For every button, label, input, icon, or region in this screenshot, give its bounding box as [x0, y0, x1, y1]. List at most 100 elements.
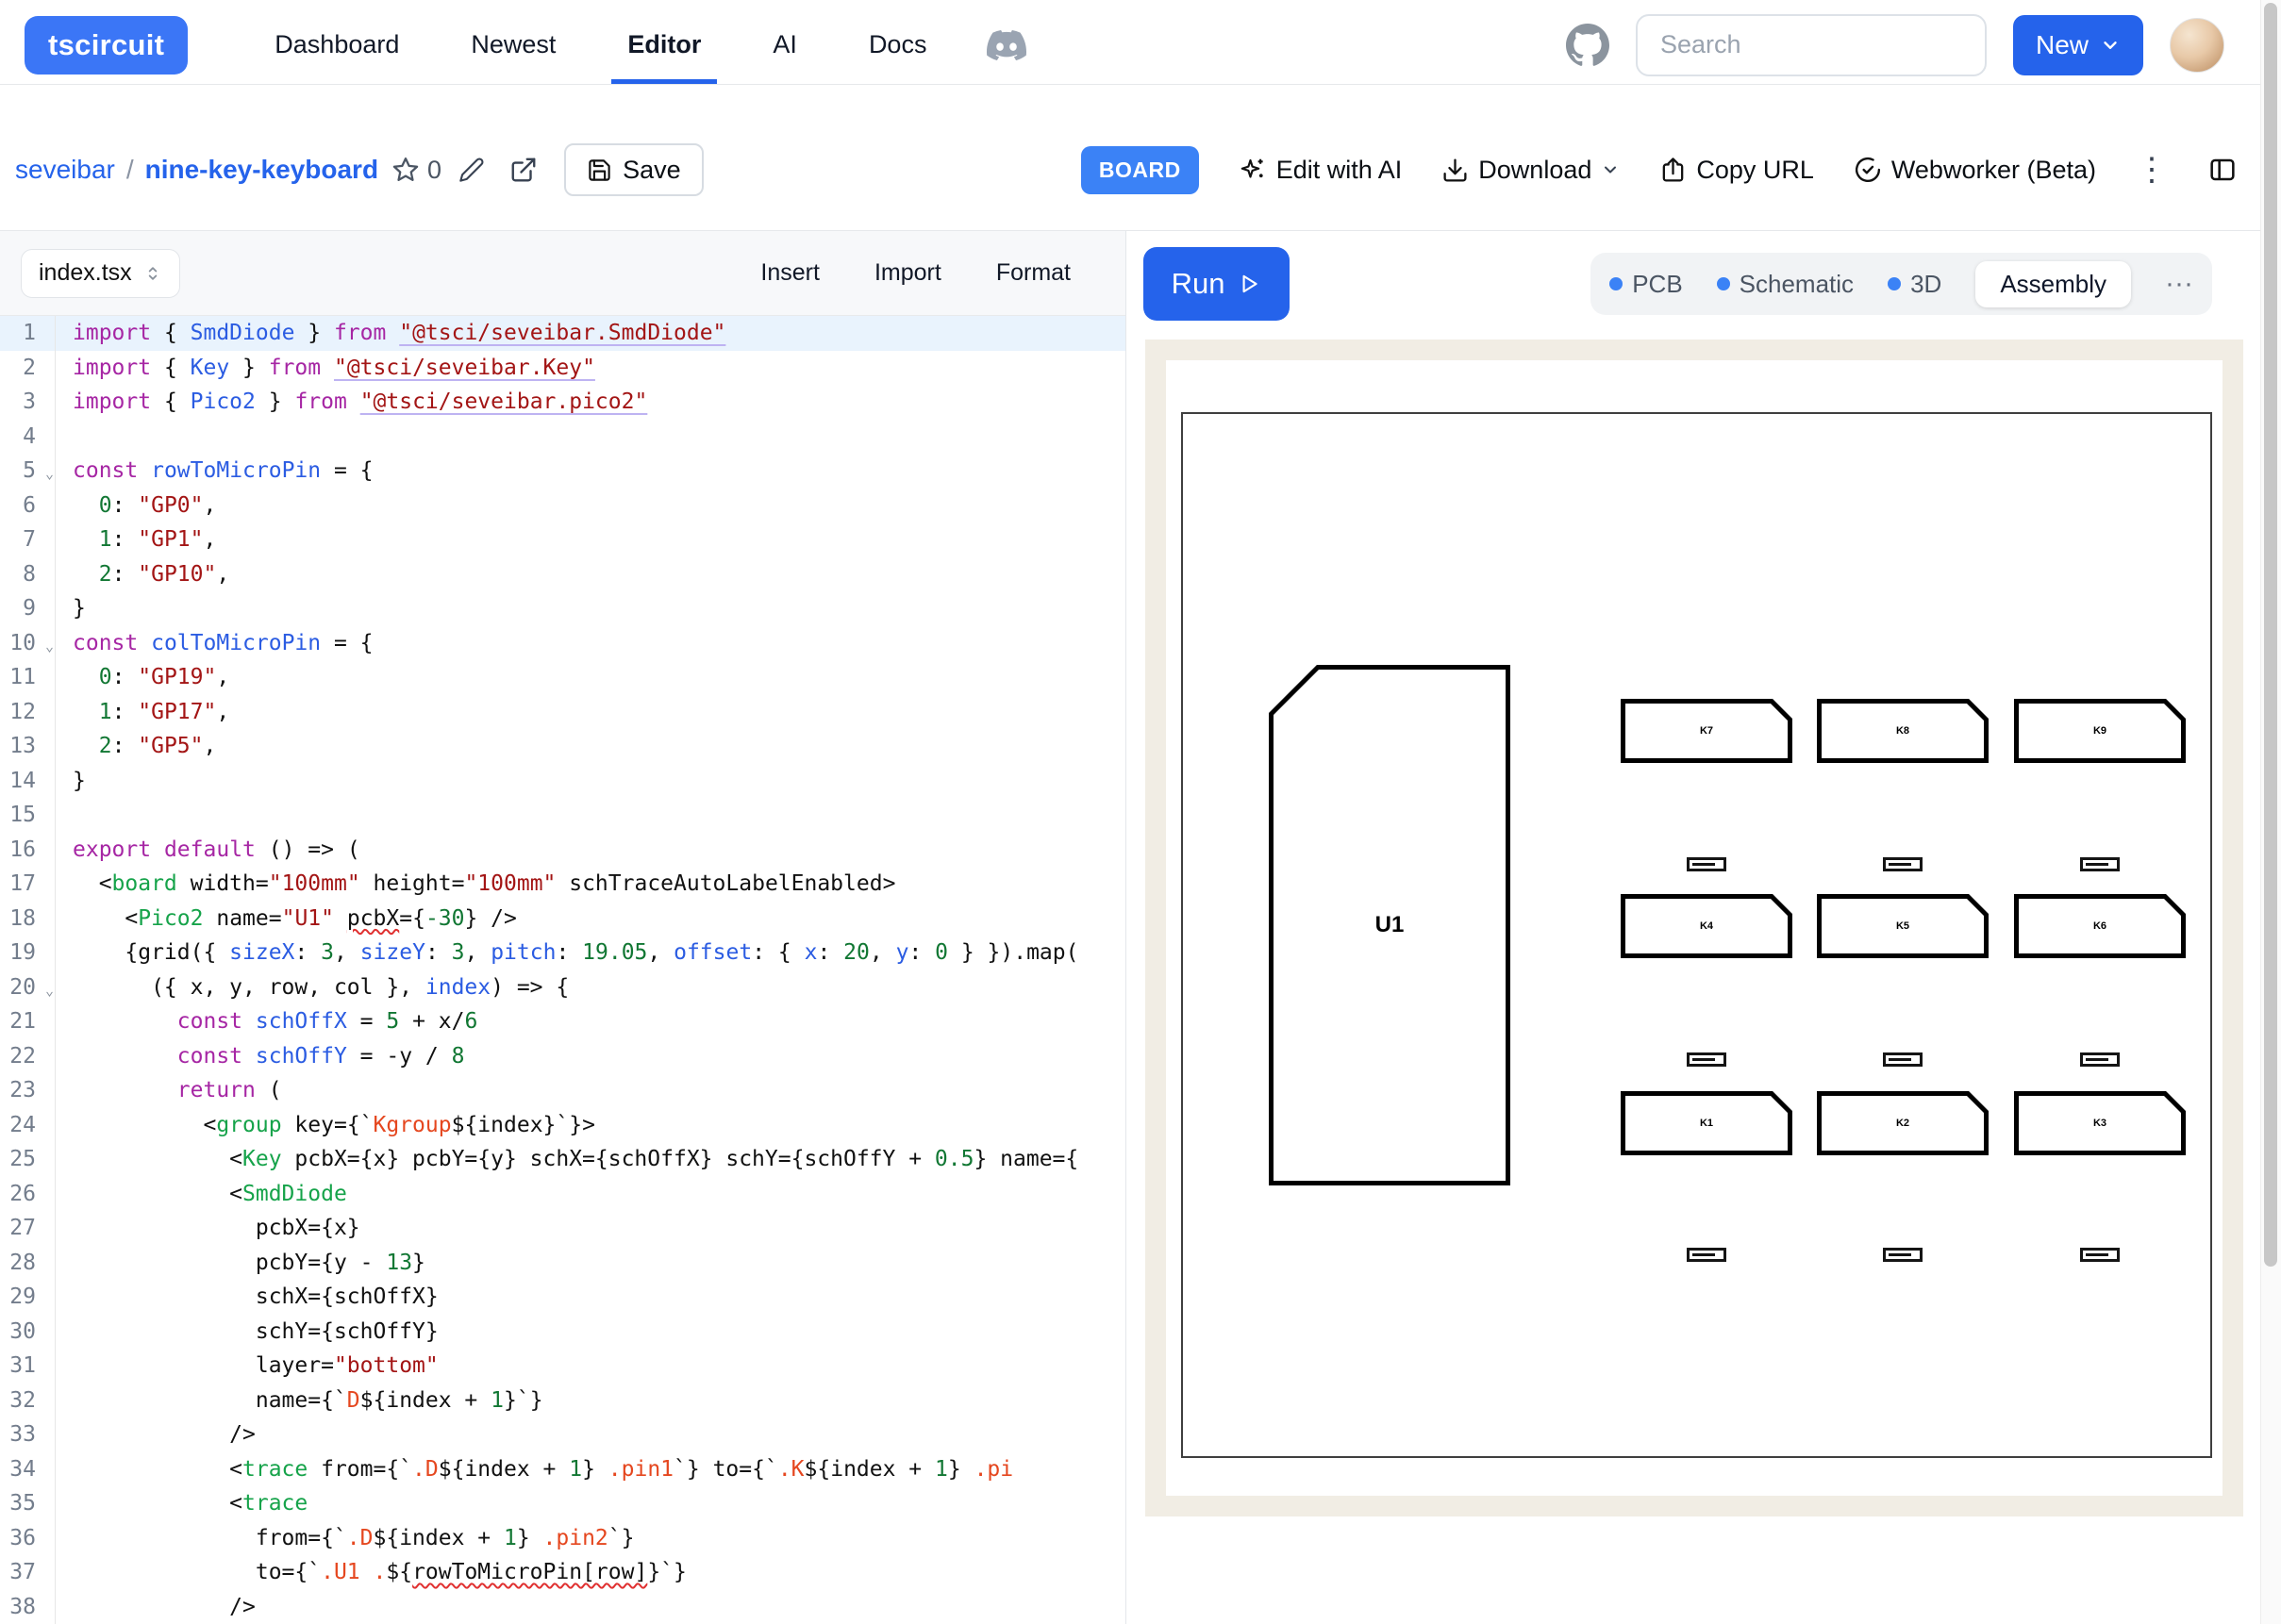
tab-pcb[interactable]: PCB: [1609, 270, 1682, 299]
tab-label: Schematic: [1740, 270, 1854, 299]
breadcrumb-project[interactable]: nine-key-keyboard: [145, 155, 378, 185]
code-line-37[interactable]: 37 to={`.U1 .${rowToMicroPin[row]}`}: [0, 1555, 1125, 1590]
code-line-29[interactable]: 29 schX={schOffX}: [0, 1280, 1125, 1315]
component-diode[interactable]: [2080, 1052, 2120, 1067]
github-icon[interactable]: [1566, 24, 1609, 67]
edit-with-ai-button[interactable]: Edit with AI: [1239, 156, 1403, 185]
avatar[interactable]: [2170, 18, 2224, 73]
copy-url-button[interactable]: Copy URL: [1659, 156, 1814, 185]
component-key-k5[interactable]: K5: [1817, 894, 1989, 958]
code-line-6[interactable]: 6 0: "GP0",: [0, 489, 1125, 523]
tscircuit-logo[interactable]: tscircuit: [25, 16, 188, 75]
format-button[interactable]: Format: [996, 259, 1071, 287]
component-key-k2[interactable]: K2: [1817, 1091, 1989, 1155]
tab-schematic[interactable]: Schematic: [1717, 270, 1854, 299]
component-diode[interactable]: [1687, 1248, 1726, 1262]
star-button[interactable]: 0: [391, 156, 441, 185]
run-button[interactable]: Run: [1143, 247, 1290, 321]
code-line-21[interactable]: 21 const schOffX = 5 + x/6: [0, 1004, 1125, 1039]
breadcrumb-owner[interactable]: seveibar: [15, 155, 115, 185]
webworker-toggle[interactable]: Webworker (Beta): [1854, 156, 2096, 185]
code-line-3[interactable]: 3import { Pico2 } from "@tsci/seveibar.p…: [0, 385, 1125, 420]
component-diode[interactable]: [2080, 857, 2120, 871]
save-button[interactable]: Save: [564, 143, 704, 196]
code-line-9[interactable]: 9}: [0, 591, 1125, 626]
code-line-28[interactable]: 28 pcbY={y - 13}: [0, 1246, 1125, 1281]
tab-assembly[interactable]: Assembly: [1975, 261, 2131, 307]
component-diode[interactable]: [1687, 1052, 1726, 1067]
file-selector[interactable]: index.tsx: [21, 249, 180, 298]
code-line-2[interactable]: 2import { Key } from "@tsci/seveibar.Key…: [0, 351, 1125, 386]
code-line-10[interactable]: 10⌄const colToMicroPin = {: [0, 626, 1125, 661]
code-area[interactable]: 1import { SmdDiode } from "@tsci/seveiba…: [0, 316, 1125, 1624]
component-key-k9[interactable]: K9: [2014, 699, 2186, 763]
nav-link-editor[interactable]: Editor: [611, 6, 717, 84]
insert-button[interactable]: Insert: [760, 259, 820, 287]
diode-mark: [1889, 1058, 1911, 1061]
code-line-18[interactable]: 18 <Pico2 name="U1" pcbX={-30} />: [0, 902, 1125, 936]
code-line-11[interactable]: 11 0: "GP19",: [0, 660, 1125, 695]
code-line-35[interactable]: 35 <trace: [0, 1486, 1125, 1521]
component-key-k3[interactable]: K3: [2014, 1091, 2186, 1155]
component-key-k1[interactable]: K1: [1621, 1091, 1792, 1155]
code-line-23[interactable]: 23 return (: [0, 1073, 1125, 1108]
import-button[interactable]: Import: [874, 259, 941, 287]
tabs-more-button[interactable]: ···: [2165, 268, 2193, 300]
code-line-30[interactable]: 30 schY={schOffY}: [0, 1315, 1125, 1350]
code-line-38[interactable]: 38 />: [0, 1590, 1125, 1624]
code-line-33[interactable]: 33 />: [0, 1417, 1125, 1452]
more-menu-button[interactable]: ⋮: [2136, 151, 2168, 189]
code-line-24[interactable]: 24 <group key={`Kgroup${index}`}>: [0, 1108, 1125, 1143]
fold-chevron-icon[interactable]: ⌄: [45, 456, 54, 491]
code-line-32[interactable]: 32 name={`D${index + 1}`}: [0, 1384, 1125, 1418]
fold-chevron-icon[interactable]: ⌄: [45, 629, 54, 664]
component-diode[interactable]: [1687, 857, 1726, 871]
code-line-20[interactable]: 20⌄ ({ x, y, row, col }, index) => {: [0, 970, 1125, 1005]
code-line-13[interactable]: 13 2: "GP5",: [0, 729, 1125, 764]
scrollbar-thumb[interactable]: [2264, 3, 2277, 1267]
component-key-k4[interactable]: K4: [1621, 894, 1792, 958]
nav-link-newest[interactable]: Newest: [455, 6, 572, 84]
code-line-16[interactable]: 16export default () => (: [0, 833, 1125, 868]
code-line-14[interactable]: 14}: [0, 764, 1125, 799]
code-line-5[interactable]: 5⌄const rowToMicroPin = {: [0, 454, 1125, 489]
window-scrollbar[interactable]: [2260, 0, 2281, 1624]
code-line-15[interactable]: 15: [0, 798, 1125, 833]
component-diode[interactable]: [1883, 1052, 1923, 1067]
toggle-panel-button[interactable]: [2207, 155, 2238, 185]
tab-3d[interactable]: 3D: [1888, 270, 1941, 299]
code-line-7[interactable]: 7 1: "GP1",: [0, 522, 1125, 557]
code-line-17[interactable]: 17 <board width="100mm" height="100mm" s…: [0, 867, 1125, 902]
new-button[interactable]: New: [2013, 15, 2143, 75]
code-line-36[interactable]: 36 from={`.D${index + 1} .pin2`}: [0, 1521, 1125, 1556]
code-line-31[interactable]: 31 layer="bottom": [0, 1349, 1125, 1384]
component-diode[interactable]: [2080, 1248, 2120, 1262]
component-u1[interactable]: U1: [1269, 665, 1510, 1185]
component-diode[interactable]: [1883, 1248, 1923, 1262]
nav-link-ai[interactable]: AI: [757, 6, 813, 84]
code-line-19[interactable]: 19 {grid({ sizeX: 3, sizeY: 3, pitch: 19…: [0, 936, 1125, 970]
code-line-34[interactable]: 34 <trace from={`.D${index + 1} .pin1`} …: [0, 1452, 1125, 1487]
code-line-12[interactable]: 12 1: "GP17",: [0, 695, 1125, 730]
code-line-22[interactable]: 22 const schOffY = -y / 8: [0, 1039, 1125, 1074]
code-line-8[interactable]: 8 2: "GP10",: [0, 557, 1125, 592]
search-input[interactable]: [1636, 14, 1987, 76]
rename-button[interactable]: [458, 157, 485, 183]
component-key-k7[interactable]: K7: [1621, 699, 1792, 763]
code-line-4[interactable]: 4: [0, 420, 1125, 455]
component-diode[interactable]: [1883, 857, 1923, 871]
code-line-26[interactable]: 26 <SmdDiode: [0, 1177, 1125, 1212]
nav-link-docs[interactable]: Docs: [853, 6, 943, 84]
component-key-k8[interactable]: K8: [1817, 699, 1989, 763]
code-line-1[interactable]: 1import { SmdDiode } from "@tsci/seveiba…: [0, 316, 1125, 351]
download-button[interactable]: Download: [1441, 156, 1620, 185]
component-key-k6[interactable]: K6: [2014, 894, 2186, 958]
open-external-button[interactable]: [509, 156, 538, 184]
discord-icon[interactable]: [987, 25, 1026, 65]
assembly-canvas[interactable]: U1 K7 K8 K9 K4 K5 K6 K1 K2 K3: [1145, 340, 2243, 1516]
code-line-27[interactable]: 27 pcbX={x}: [0, 1211, 1125, 1246]
line-number: 12: [0, 695, 56, 730]
code-line-25[interactable]: 25 <Key pcbX={x} pcbY={y} schX={schOffX}…: [0, 1142, 1125, 1177]
fold-chevron-icon[interactable]: ⌄: [45, 973, 54, 1008]
nav-link-dashboard[interactable]: Dashboard: [258, 6, 415, 84]
